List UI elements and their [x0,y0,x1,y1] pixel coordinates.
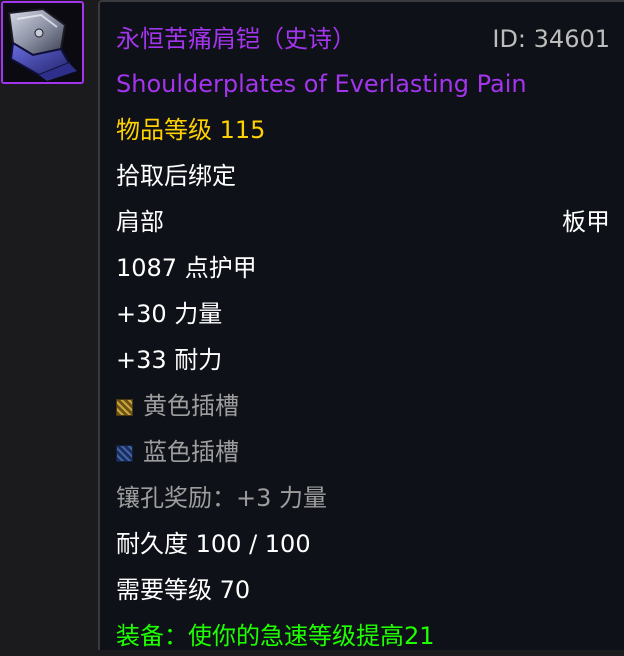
blue-socket-icon [116,445,133,462]
socket-blue-label: 蓝色插槽 [143,438,239,466]
item-id: ID: 34601 [492,25,610,53]
item-tooltip: 永恒苦痛肩铠（史诗） ID: 34601 Shoulderplates of E… [98,0,624,650]
equip-effect: 装备：使你的急速等级提高21 [116,622,435,650]
slot-row: 肩部 板甲 [116,202,610,242]
yellow-socket-icon [116,399,133,416]
stat-stamina: +33 耐力 [116,346,223,374]
stat-strength: +30 力量 [116,300,223,328]
item-slot: 肩部 [116,208,164,236]
durability: 耐久度 100 / 100 [116,530,311,558]
required-level: 需要等级 70 [116,576,251,604]
socket-yellow-label: 黄色插槽 [143,392,239,420]
bind-type: 拾取后绑定 [116,162,236,190]
armor-type: 板甲 [562,208,610,236]
armor-value: 1087 点护甲 [116,254,257,282]
socket-bonus: 镶孔奖励：+3 力量 [116,484,328,512]
item-name-row: 永恒苦痛肩铠（史诗） ID: 34601 [116,19,610,59]
item-name-cn: 永恒苦痛肩铠（史诗） [116,25,356,53]
socket-blue-row: 蓝色插槽 [116,432,610,472]
socket-yellow-row: 黄色插槽 [116,386,610,426]
shoulder-armor-icon[interactable] [1,1,84,84]
item-level: 物品等级 115 [116,116,266,144]
item-name-en: Shoulderplates of Everlasting Pain [116,70,527,98]
